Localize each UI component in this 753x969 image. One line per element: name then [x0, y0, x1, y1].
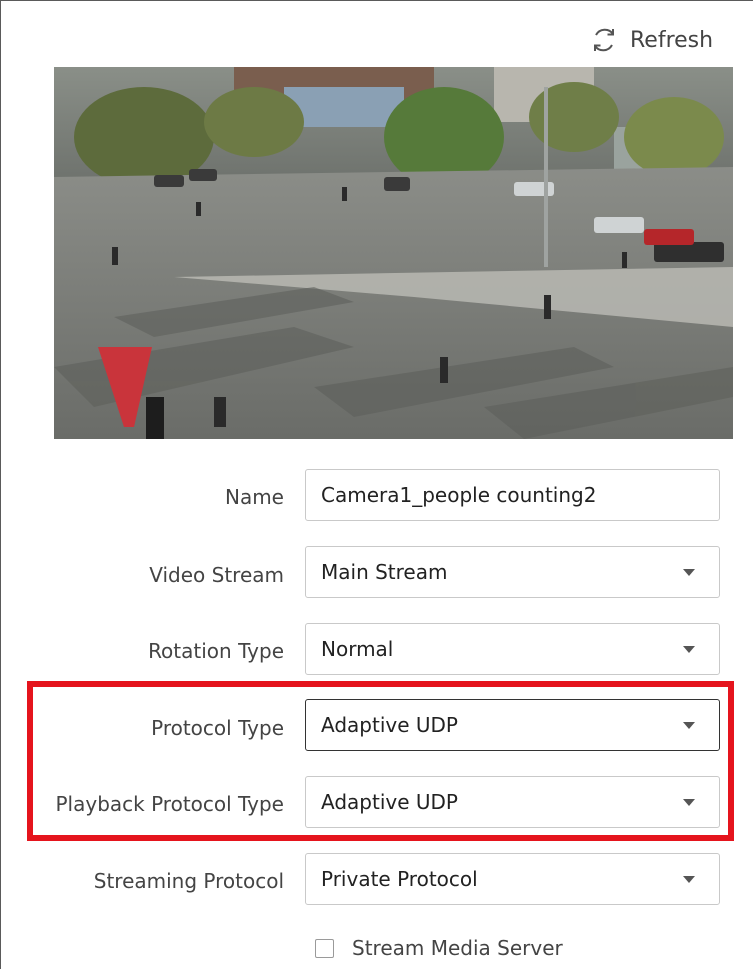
rotation-type-value: Normal [321, 637, 394, 661]
playback-protocol-type-value: Adaptive UDP [321, 790, 458, 814]
protocol-type-value: Adaptive UDP [321, 713, 458, 737]
chevron-down-icon [683, 645, 695, 653]
name-input[interactable]: Camera1_people counting2 [305, 469, 720, 521]
streaming-protocol-value: Private Protocol [321, 867, 478, 891]
protocol-type-select[interactable]: Adaptive UDP [305, 699, 720, 751]
rotation-type-label: Rotation Type [148, 639, 284, 663]
name-label: Name [224, 485, 284, 509]
stream-media-server-checkbox[interactable] [315, 938, 334, 958]
refresh-button[interactable]: Refresh [590, 23, 713, 57]
streaming-protocol-select[interactable]: Private Protocol [305, 853, 720, 905]
stream-media-server-option[interactable]: Stream Media Server [315, 936, 563, 960]
camera-preview-scene [54, 67, 733, 439]
camera-preview-image [54, 67, 733, 439]
chevron-down-icon [683, 798, 695, 806]
playback-protocol-type-label: Playback Protocol Type [55, 792, 285, 816]
name-value: Camera1_people counting2 [321, 483, 597, 507]
chevron-down-icon [683, 721, 695, 729]
refresh-label: Refresh [630, 27, 714, 53]
stream-media-server-label: Stream Media Server [352, 936, 563, 960]
rotation-type-select[interactable]: Normal [305, 623, 720, 675]
streaming-protocol-label: Streaming Protocol [93, 869, 284, 893]
video-stream-label: Video Stream [149, 563, 284, 587]
video-stream-select[interactable]: Main Stream [305, 546, 720, 598]
refresh-icon [594, 28, 614, 52]
playback-protocol-type-select[interactable]: Adaptive UDP [305, 776, 720, 828]
video-stream-value: Main Stream [321, 560, 448, 584]
chevron-down-icon [683, 875, 695, 883]
camera-settings-panel: Refresh Name Camera1_people counting2 Vi… [0, 0, 753, 969]
chevron-down-icon [683, 568, 695, 576]
protocol-type-label: Protocol Type [151, 716, 284, 740]
